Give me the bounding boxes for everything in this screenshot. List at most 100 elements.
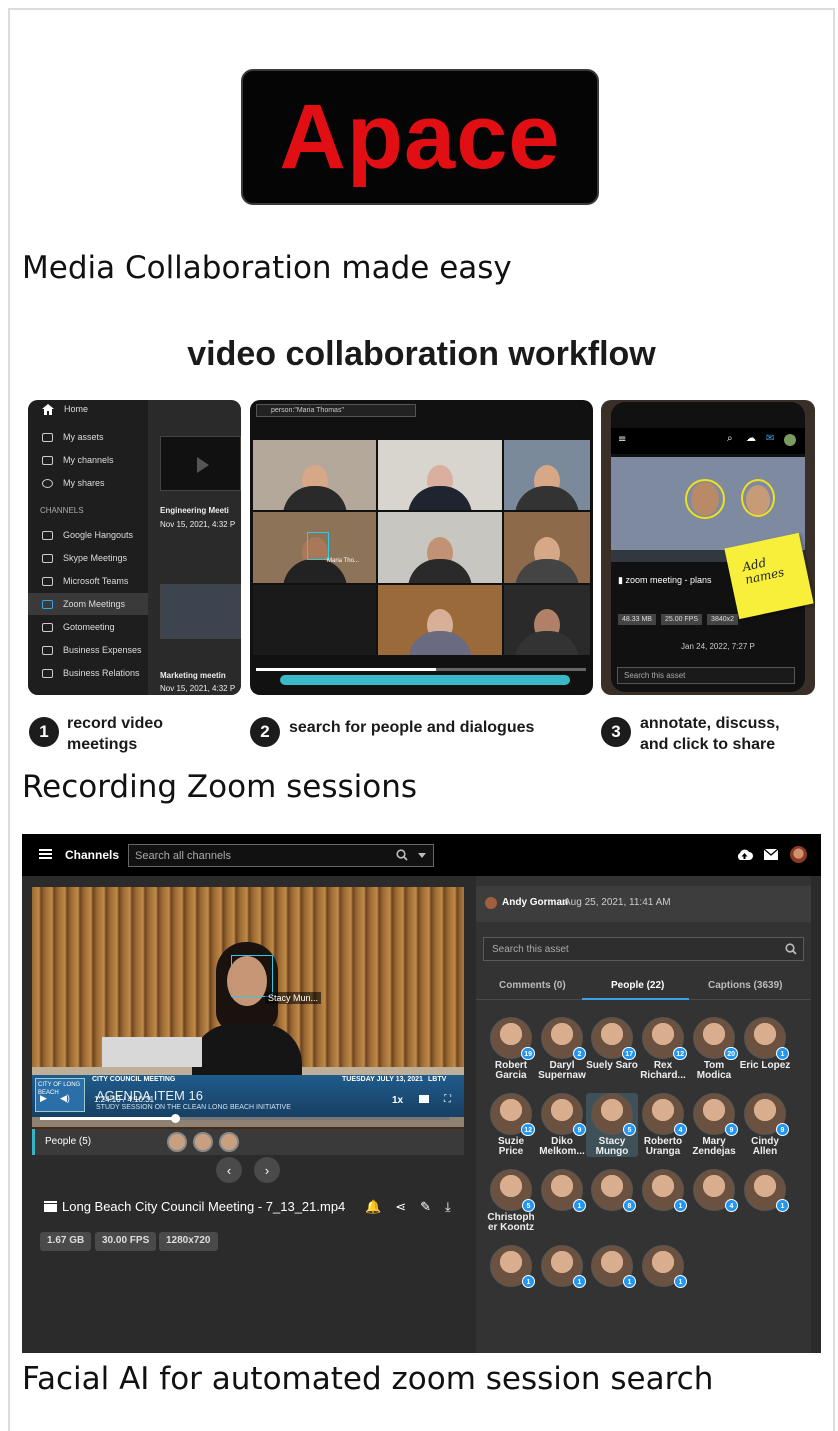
tab-comments[interactable]: Comments (0) bbox=[499, 980, 566, 991]
person-name: Stacy Mungo bbox=[595, 1136, 629, 1157]
search-icon[interactable]: ⌕ bbox=[727, 433, 733, 444]
person-card[interactable]: 1 bbox=[586, 1245, 638, 1288]
menu-icon[interactable]: ≡ bbox=[618, 434, 626, 445]
play-icon[interactable]: ▶ bbox=[40, 1093, 47, 1104]
annotation-circle bbox=[685, 479, 725, 519]
captions-icon[interactable] bbox=[419, 1095, 429, 1103]
people-track[interactable]: People (5) bbox=[32, 1129, 464, 1155]
person-card[interactable]: 12 Rex Richard... bbox=[637, 1017, 689, 1081]
nav-my-shares[interactable]: My shares bbox=[42, 476, 105, 490]
asset-owner: Andy Gorman Aug 25, 2021, 11:41 AM bbox=[476, 886, 811, 922]
seek-bar[interactable] bbox=[256, 668, 586, 671]
tab-people[interactable]: People (22) bbox=[611, 980, 664, 991]
nav-label: My channels bbox=[63, 455, 114, 465]
person-name: Mary Zendejas bbox=[692, 1136, 736, 1157]
volume-icon[interactable]: ◀) bbox=[60, 1093, 70, 1104]
occurrence-count-badge: 4 bbox=[674, 1123, 687, 1136]
occurrence-count-badge: 12 bbox=[673, 1047, 687, 1060]
person-name: Roberto Uranga bbox=[643, 1136, 683, 1157]
person-card[interactable]: 8 bbox=[586, 1169, 638, 1212]
people-track[interactable] bbox=[280, 675, 570, 685]
search-icon[interactable] bbox=[396, 849, 408, 861]
tab-captions[interactable]: Captions (3639) bbox=[708, 980, 782, 991]
download-icon[interactable]: ⤓ bbox=[445, 1199, 451, 1215]
asset-title-text: zoom meeting - plans bbox=[625, 575, 712, 585]
mail-icon[interactable]: ✉ bbox=[766, 433, 774, 444]
person-thumb[interactable] bbox=[219, 1132, 239, 1152]
step-number: 3 bbox=[601, 717, 631, 747]
channel-label: Gotomeeting bbox=[63, 622, 115, 632]
fullscreen-icon[interactable]: ⛶ bbox=[444, 1094, 451, 1105]
edit-icon[interactable]: ✎ bbox=[420, 1199, 431, 1215]
person-card[interactable]: 17 Suely Saro bbox=[586, 1017, 638, 1071]
person-card[interactable]: 1 bbox=[536, 1245, 588, 1288]
prev-button[interactable]: ‹ bbox=[216, 1157, 242, 1183]
person-thumb[interactable] bbox=[193, 1132, 213, 1152]
menu-icon[interactable] bbox=[39, 849, 52, 859]
channel-item[interactable]: Google Hangouts bbox=[42, 528, 133, 542]
person-avatar: 1 bbox=[642, 1169, 687, 1212]
apace-logo: Apace bbox=[241, 69, 599, 205]
bell-add-icon[interactable]: 🔔 bbox=[365, 1199, 381, 1215]
panel-search: person:"Maria Thomas" Maria Tho... bbox=[250, 400, 593, 695]
person-card[interactable]: 9 Mary Zendejas bbox=[688, 1093, 740, 1157]
share-icon[interactable]: ⋖ bbox=[395, 1199, 406, 1215]
upload-icon[interactable]: ☁ bbox=[746, 433, 756, 444]
person-name: Eric Lopez bbox=[739, 1060, 791, 1071]
search-icon[interactable] bbox=[785, 943, 797, 955]
next-button[interactable]: › bbox=[254, 1157, 280, 1183]
person-avatar: 1 bbox=[541, 1245, 586, 1288]
person-card[interactable]: 5 Christoph er Koontz bbox=[485, 1169, 537, 1233]
nav-home[interactable]: Home bbox=[42, 402, 88, 416]
occurrence-count-badge: 1 bbox=[674, 1199, 687, 1212]
person-card[interactable]: 12 Suzie Price bbox=[485, 1093, 537, 1157]
channel-item[interactable]: Skype Meetings bbox=[42, 551, 127, 565]
play-icon bbox=[197, 457, 209, 473]
person-card[interactable]: 1 bbox=[485, 1245, 537, 1288]
person-card[interactable]: 4 bbox=[688, 1169, 740, 1212]
face-detection-box bbox=[307, 532, 329, 561]
nav-my-channels[interactable]: My channels bbox=[42, 453, 114, 467]
person-card[interactable]: 9 Cindy Allen bbox=[739, 1093, 791, 1157]
nav-sidebar: Home My assets My channels My shares CHA… bbox=[28, 400, 148, 695]
person-card[interactable]: 1 Eric Lopez bbox=[739, 1017, 791, 1071]
seek-bar[interactable] bbox=[40, 1114, 450, 1123]
person-card[interactable]: 5 Stacy Mungo bbox=[586, 1093, 638, 1157]
avatar[interactable] bbox=[790, 846, 807, 863]
person-card[interactable]: 19 Robert Garcia bbox=[485, 1017, 537, 1081]
channel-item[interactable]: Business Relations bbox=[42, 666, 140, 680]
channel-item[interactable]: Business Expenses bbox=[42, 643, 142, 657]
person-card[interactable]: 1 bbox=[536, 1169, 588, 1212]
person-card[interactable]: 2 Daryl Supernaw bbox=[536, 1017, 588, 1081]
nav-my-assets[interactable]: My assets bbox=[42, 430, 104, 444]
chevron-down-icon[interactable] bbox=[418, 853, 426, 858]
upload-icon[interactable] bbox=[736, 848, 753, 861]
person-card[interactable]: 1 bbox=[739, 1169, 791, 1212]
person-name: Christoph er Koontz bbox=[487, 1212, 535, 1233]
person-thumb[interactable] bbox=[167, 1132, 187, 1152]
person-card[interactable]: 1 bbox=[637, 1169, 689, 1212]
thumbnail[interactable] bbox=[160, 436, 241, 491]
channel-item[interactable]: Gotomeeting bbox=[42, 620, 115, 634]
channel-item-active[interactable]: Zoom Meetings bbox=[28, 593, 148, 615]
person-avatar: 2 bbox=[541, 1017, 586, 1060]
person-avatar: 5 bbox=[591, 1093, 636, 1136]
nav-label: My assets bbox=[63, 432, 104, 442]
video-player[interactable]: Stacy Mun... CITY OF LONG BEACH CITY COU… bbox=[32, 887, 464, 1154]
person-card[interactable]: 4 Roberto Uranga bbox=[637, 1093, 689, 1157]
playback-speed[interactable]: 1x bbox=[392, 1095, 403, 1106]
mobile-search-input[interactable]: Search this asset bbox=[617, 667, 795, 684]
person-card[interactable]: 9 Diko Melkom... bbox=[536, 1093, 588, 1157]
person-search-field[interactable]: person:"Maria Thomas" bbox=[256, 404, 416, 417]
person-card[interactable]: 20 Tom Modica bbox=[688, 1017, 740, 1081]
channel-item[interactable]: Microsoft Teams bbox=[42, 574, 128, 588]
avatar[interactable] bbox=[784, 434, 796, 446]
asset-search-input[interactable]: Search this asset bbox=[483, 937, 804, 961]
active-tab-indicator bbox=[582, 998, 689, 1000]
person-name: Rex Richard... bbox=[640, 1060, 686, 1081]
person-card[interactable]: 1 bbox=[637, 1245, 689, 1288]
thumbnail[interactable] bbox=[160, 584, 241, 639]
search-input[interactable]: Search all channels bbox=[128, 844, 434, 867]
broadcast-date: TUESDAY JULY 13, 2021 bbox=[342, 1076, 423, 1083]
mail-icon[interactable] bbox=[764, 849, 778, 860]
